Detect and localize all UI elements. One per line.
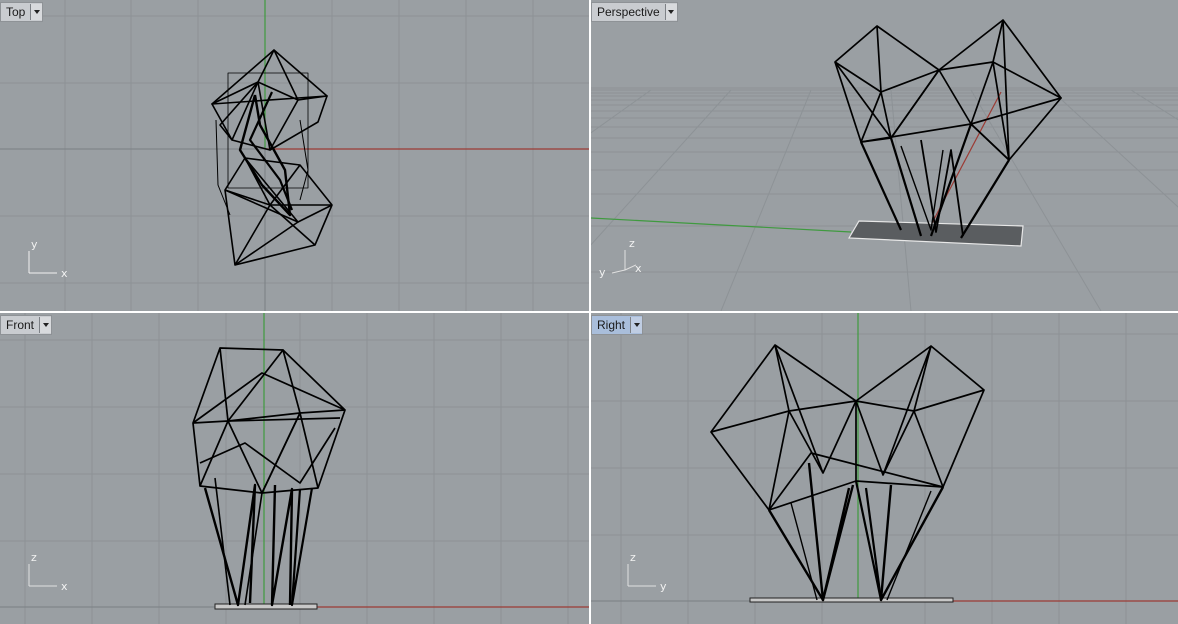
right-viewport-canvas[interactable]: z y — [591, 313, 1178, 624]
dropdown-caret-icon[interactable] — [39, 317, 52, 333]
perspective-viewport-canvas[interactable]: z x y — [591, 0, 1178, 311]
axis-label-d: y — [599, 266, 606, 279]
axis-label-h: x — [61, 580, 68, 593]
axis-label-v: z — [31, 551, 37, 564]
viewport-front[interactable]: z x Front — [0, 313, 589, 624]
grid — [591, 313, 1178, 624]
dropdown-caret-icon[interactable] — [30, 4, 43, 20]
y-axis — [591, 217, 852, 233]
dropdown-caret-icon[interactable] — [664, 4, 677, 20]
viewport-title-right[interactable]: Right — [591, 315, 644, 335]
viewport-title-label: Front — [6, 318, 35, 332]
axis-triad-icon — [611, 250, 637, 274]
viewport-title-perspective[interactable]: Perspective — [591, 2, 678, 22]
axis-label-h: x — [61, 267, 68, 280]
axis-label-h: y — [660, 580, 667, 593]
wireframe-model-right — [710, 344, 985, 602]
axis-label-v: z — [630, 551, 636, 564]
viewport-right[interactable]: z y Right — [591, 313, 1178, 624]
viewport-title-front[interactable]: Front — [0, 315, 53, 335]
axis-triad-icon — [28, 251, 57, 274]
wireframe-model-front — [192, 347, 346, 607]
viewport-title-label: Top — [6, 5, 26, 19]
top-viewport-canvas[interactable]: y x — [0, 0, 589, 311]
wireframe-model-top — [211, 49, 333, 266]
axis-label-v: y — [31, 238, 38, 251]
viewport-top[interactable]: y x Top — [0, 0, 589, 311]
axis-triad-icon — [28, 564, 57, 587]
axis-triad-icon — [627, 564, 656, 587]
wireframe-model-perspective — [834, 19, 1062, 239]
dropdown-caret-icon[interactable] — [630, 317, 643, 333]
perspective-grid — [591, 87, 1178, 311]
grid — [0, 0, 589, 311]
axis-label-v: z — [629, 237, 635, 250]
viewport-perspective[interactable]: z x y Perspective — [591, 0, 1178, 311]
base-plate — [749, 597, 954, 603]
front-viewport-canvas[interactable]: z x — [0, 313, 589, 624]
viewport-title-label: Right — [597, 318, 626, 332]
axis-label-h: x — [635, 262, 642, 275]
viewport-title-label: Perspective — [597, 5, 660, 19]
viewport-title-top[interactable]: Top — [0, 2, 44, 22]
